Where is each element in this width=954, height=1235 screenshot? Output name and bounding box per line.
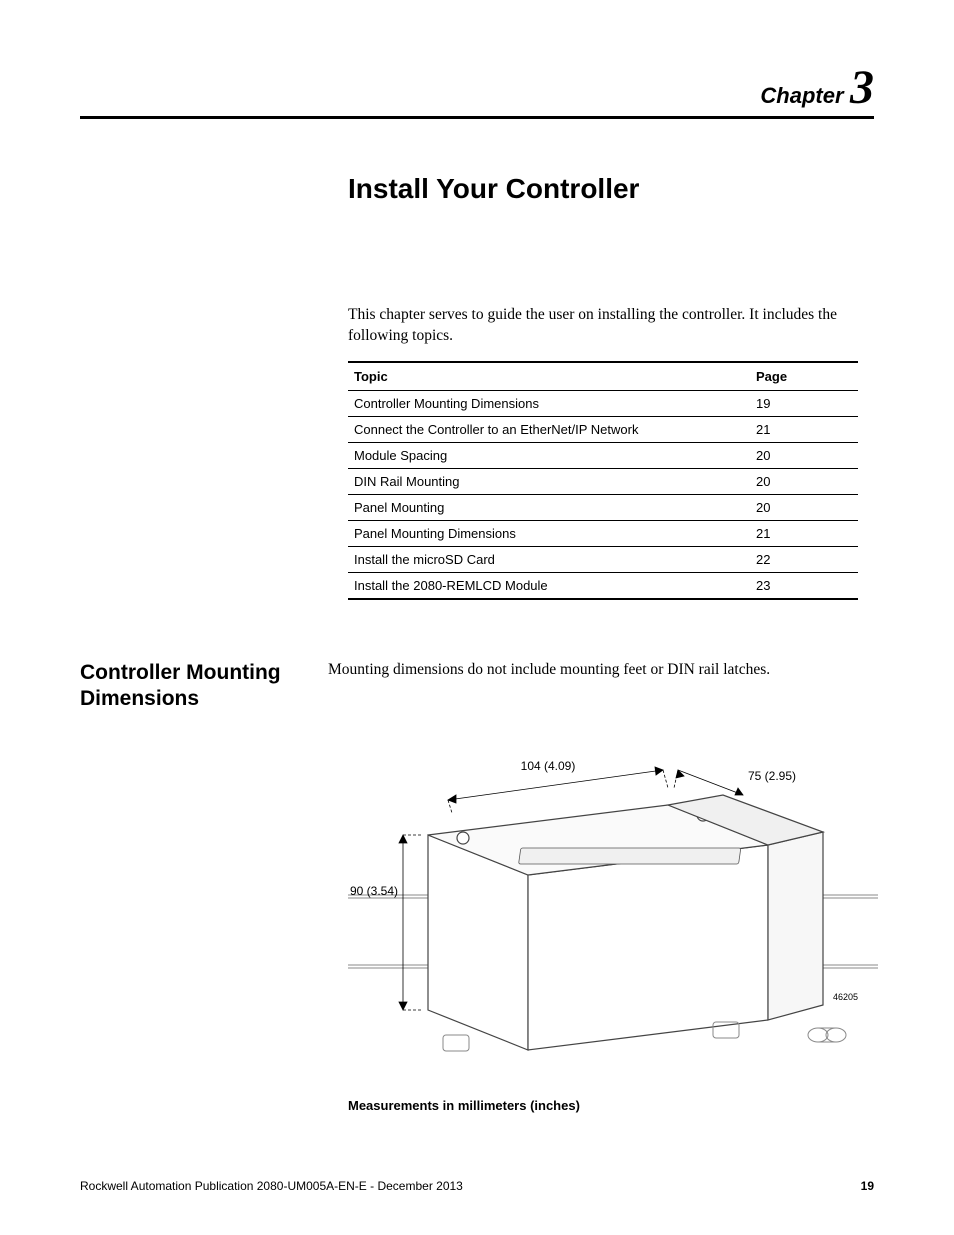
intro-paragraph: This chapter serves to guide the user on… [348, 305, 868, 347]
table-row: Controller Mounting Dimensions 19 [348, 390, 858, 416]
chapter-number: 3 [850, 60, 874, 115]
section-heading: Controller Mounting Dimensions [80, 660, 328, 713]
cell-page: 22 [750, 546, 858, 572]
cell-topic: Install the 2080-REMLCD Module [348, 572, 750, 599]
dim-depth [674, 770, 743, 795]
footer-page-number: 19 [861, 1179, 874, 1193]
cell-page: 20 [750, 468, 858, 494]
controller-body [428, 805, 768, 1050]
section-body: Mounting dimensions do not include mount… [328, 660, 874, 681]
th-topic: Topic [348, 362, 750, 391]
table-row: Module Spacing 20 [348, 442, 858, 468]
dim-depth-label: 75 (2.95) [748, 769, 796, 783]
dim-width [448, 767, 668, 813]
cell-topic: Install the microSD Card [348, 546, 750, 572]
table-row: Install the microSD Card 22 [348, 546, 858, 572]
cell-page: 20 [750, 494, 858, 520]
cell-topic: Module Spacing [348, 442, 750, 468]
cell-page: 19 [750, 390, 858, 416]
footer-publication: Rockwell Automation Publication 2080-UM0… [80, 1179, 463, 1193]
figure-caption: Measurements in millimeters (inches) [348, 1098, 874, 1113]
cell-page: 23 [750, 572, 858, 599]
page-footer: Rockwell Automation Publication 2080-UM0… [80, 1179, 874, 1193]
cell-topic: Connect the Controller to an EtherNet/IP… [348, 416, 750, 442]
chapter-word: Chapter [760, 83, 843, 109]
table-row: DIN Rail Mounting 20 [348, 468, 858, 494]
dim-height [399, 835, 423, 1010]
table-row: Panel Mounting Dimensions 21 [348, 520, 858, 546]
header-rule [80, 116, 874, 119]
th-page: Page [750, 362, 858, 391]
cell-topic: Controller Mounting Dimensions [348, 390, 750, 416]
cell-page: 21 [750, 520, 858, 546]
topics-table: Topic Page Controller Mounting Dimension… [348, 361, 858, 600]
page-title: Install Your Controller [348, 173, 874, 205]
cell-topic: DIN Rail Mounting [348, 468, 750, 494]
table-row: Connect the Controller to an EtherNet/IP… [348, 416, 858, 442]
chapter-header: Chapter 3 [80, 60, 874, 115]
cell-page: 20 [750, 442, 858, 468]
section-row: Controller Mounting Dimensions Mounting … [80, 660, 874, 713]
controller-figure: 104 (4.09) 75 (2.95) 90 (3.54) 46205 [348, 740, 878, 1090]
table-row: Install the 2080-REMLCD Module 23 [348, 572, 858, 599]
dim-height-label: 90 (3.54) [350, 884, 398, 898]
controller-drawing-svg: 104 (4.09) 75 (2.95) 90 (3.54) 46205 [348, 740, 878, 1090]
dim-width-label: 104 (4.09) [521, 759, 576, 773]
table-row: Panel Mounting 20 [348, 494, 858, 520]
cell-topic: Panel Mounting [348, 494, 750, 520]
figure-id: 46205 [833, 992, 858, 1002]
table-header-row: Topic Page [348, 362, 858, 391]
cell-page: 21 [750, 416, 858, 442]
cell-topic: Panel Mounting Dimensions [348, 520, 750, 546]
